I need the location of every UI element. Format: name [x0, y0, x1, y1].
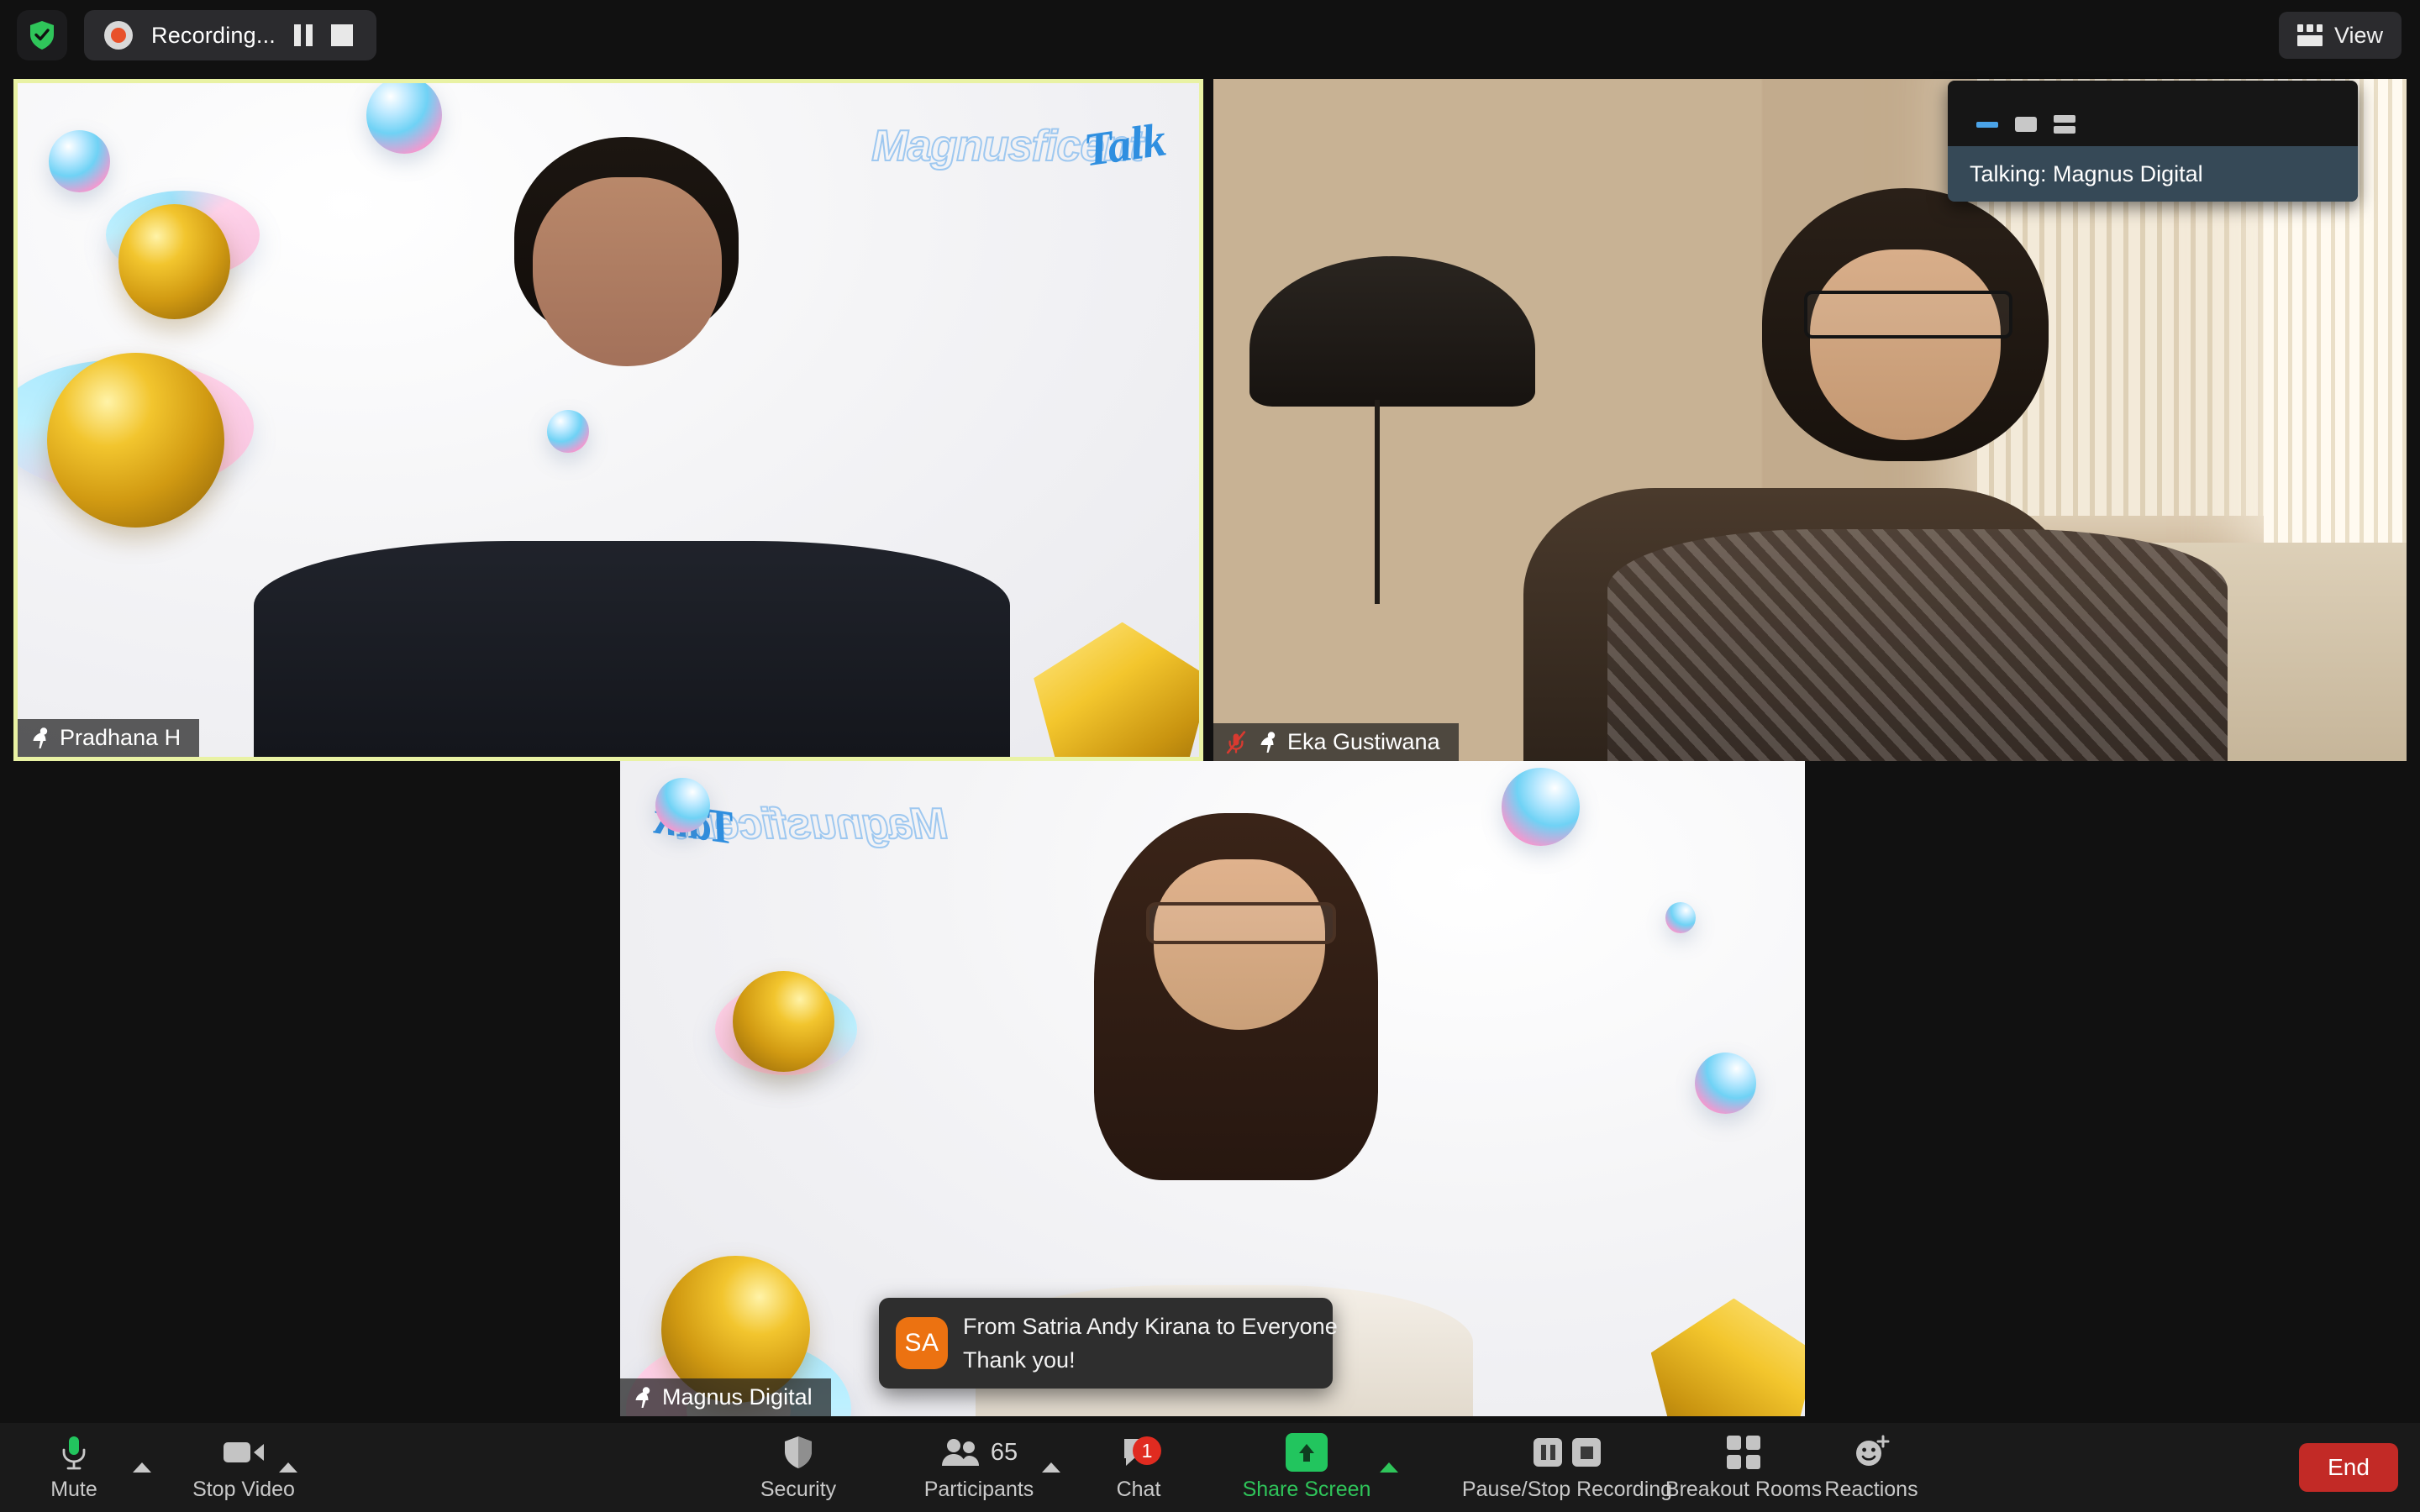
pin-icon: [1260, 731, 1276, 753]
pin-icon: [33, 727, 48, 748]
chat-notification-toast[interactable]: SA From Satria Andy Kirana to Everyone T…: [879, 1298, 1338, 1389]
reactions-button[interactable]: Reactions: [1749, 1423, 1993, 1512]
share-options-caret[interactable]: [1371, 1423, 1407, 1512]
participant-name: Magnus Digital: [662, 1384, 813, 1410]
mute-label: Mute: [50, 1478, 97, 1501]
zoom-meeting-window: Recording... View MagnusficentTalk Pradh…: [0, 0, 2420, 1512]
people-icon: [941, 1439, 979, 1466]
participant-name-bar: Magnus Digital: [620, 1378, 831, 1416]
video-options-caret[interactable]: [271, 1423, 306, 1512]
chat-unread-badge: 1: [1133, 1436, 1161, 1465]
meeting-toolbar: Mute Stop Video Security 65 Participants…: [0, 1423, 2420, 1512]
virtual-background-brand: MagnusficentTalk: [871, 114, 1169, 177]
shield-icon: [785, 1436, 812, 1468]
smiley-plus-icon: [1856, 1435, 1890, 1466]
end-meeting-button[interactable]: End: [2299, 1443, 2398, 1492]
chat-label: Chat: [1116, 1478, 1161, 1501]
minimize-icon[interactable]: [1976, 121, 1998, 128]
layout-grid-icon: [2296, 24, 2323, 46]
chat-button[interactable]: 1 Chat: [1076, 1423, 1202, 1512]
security-label: Security: [760, 1478, 837, 1501]
recording-label: Recording...: [151, 22, 276, 48]
chevron-up-icon: [1380, 1462, 1398, 1473]
video-grid: MagnusficentTalk Pradhana H Eka Gustiwan…: [0, 71, 2420, 1423]
video-tile-pradhana[interactable]: MagnusficentTalk Pradhana H: [13, 79, 1203, 761]
recording-pause-button[interactable]: [293, 24, 313, 46]
pause-icon[interactable]: [1534, 1438, 1562, 1467]
microphone-icon: [62, 1436, 86, 1470]
talking-panel-controls: [1948, 81, 2358, 146]
security-shield-check-icon: [30, 21, 54, 50]
talking-status-bar: Talking: Magnus Digital: [1948, 146, 2358, 202]
split-pane-icon[interactable]: [2054, 115, 2075, 134]
talking-panel[interactable]: Talking: Magnus Digital: [1948, 81, 2358, 202]
avatar: SA: [896, 1317, 948, 1369]
single-pane-icon[interactable]: [2015, 117, 2037, 132]
participant-name: Eka Gustiwana: [1287, 729, 1440, 754]
chat-message-text: Thank you!: [963, 1347, 1076, 1373]
share-arrow-up-icon: [1286, 1433, 1328, 1472]
record-dot-icon: [104, 21, 133, 50]
audio-options-caret[interactable]: [124, 1423, 160, 1512]
view-button-label: View: [2333, 22, 2383, 48]
recording-indicator: Recording...: [84, 10, 376, 60]
mic-muted-icon: [1226, 730, 1246, 753]
video-camera-icon: [224, 1442, 264, 1462]
talking-status-text: Talking: Magnus Digital: [1970, 160, 2203, 186]
recording-stop-button[interactable]: [330, 24, 353, 46]
security-shield-badge[interactable]: [17, 10, 67, 60]
brand-script-text: Talk: [1081, 113, 1169, 177]
share-screen-label: Share Screen: [1242, 1478, 1371, 1501]
chevron-up-icon: [279, 1462, 297, 1473]
participants-label: Participants: [923, 1478, 1034, 1501]
chevron-up-icon: [1042, 1462, 1060, 1473]
mute-button[interactable]: Mute: [24, 1423, 124, 1512]
top-bar: Recording... View: [0, 0, 2420, 71]
participant-name-bar: Eka Gustiwana: [1213, 723, 1459, 761]
pin-icon: [635, 1386, 650, 1408]
view-button[interactable]: View: [2278, 12, 2402, 59]
chat-sender-line: From Satria Andy Kirana to Everyone: [963, 1313, 1338, 1339]
participants-count: 65: [990, 1438, 1018, 1466]
participant-name: Pradhana H: [60, 725, 182, 750]
participants-options-caret[interactable]: [1034, 1423, 1069, 1512]
security-button[interactable]: Security: [723, 1423, 874, 1512]
chevron-up-icon: [133, 1462, 151, 1473]
participant-name-bar: Pradhana H: [18, 719, 200, 757]
reactions-label: Reactions: [1824, 1478, 1918, 1501]
